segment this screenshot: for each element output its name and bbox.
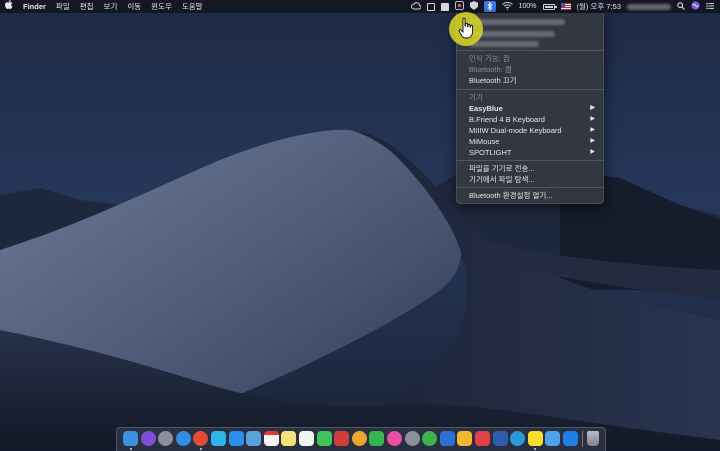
evernote-icon[interactable] xyxy=(422,431,438,446)
submenu-arrow-icon: ▶ xyxy=(590,149,595,155)
devices-header: 기기 xyxy=(469,93,483,102)
photo-booth-icon[interactable] xyxy=(334,431,350,446)
facetime-icon[interactable] xyxy=(369,431,385,446)
security-icon[interactable] xyxy=(469,1,478,12)
preview-icon[interactable] xyxy=(246,431,262,446)
device-name: SPOTLIGHT xyxy=(469,148,512,157)
device-item[interactable]: SPOTLIGHT ▶ xyxy=(469,147,603,158)
itunes-icon[interactable] xyxy=(387,431,402,446)
battery-percent[interactable]: 100% xyxy=(519,3,537,10)
menu-view[interactable]: 보기 xyxy=(99,0,123,13)
desktop-wallpaper xyxy=(0,0,720,450)
apple-icon[interactable] xyxy=(0,0,18,13)
submenu-arrow-icon: ▶ xyxy=(590,105,595,111)
menu-go[interactable]: 이동 xyxy=(122,0,146,13)
device-item[interactable]: EasyBlue ▶ xyxy=(469,103,603,114)
twitter-icon[interactable] xyxy=(211,431,226,446)
menu-file[interactable]: 파일 xyxy=(51,0,75,13)
device-item[interactable]: MIIIW Dual-mode Keyboard ▶ xyxy=(469,125,603,136)
teamviewer-icon[interactable] xyxy=(563,431,578,446)
discoverable-status: 인식 가능: 끔 xyxy=(469,54,510,63)
screenshot-app-icon[interactable] xyxy=(454,1,464,12)
device-item[interactable]: MiMouse ▶ xyxy=(469,136,603,147)
bluetooth-icon[interactable] xyxy=(483,1,496,12)
word-icon[interactable] xyxy=(492,431,508,446)
submenu-arrow-icon: ▶ xyxy=(590,127,595,133)
keep-icon[interactable] xyxy=(457,431,473,446)
menu-help[interactable]: 도움말 xyxy=(177,0,208,13)
pocket-icon[interactable] xyxy=(475,431,490,446)
menu-separator xyxy=(457,187,603,188)
reminders-icon[interactable] xyxy=(299,431,314,446)
device-name: B.Friend 4 B Keyboard xyxy=(469,115,545,124)
notes-icon[interactable] xyxy=(281,431,297,446)
menu-window[interactable]: 윈도우 xyxy=(146,0,177,13)
clock[interactable]: (월) 오후 7:53 xyxy=(577,1,621,12)
menu-separator xyxy=(457,160,603,161)
device-item[interactable]: B.Friend 4 B Keyboard ▶ xyxy=(469,114,603,125)
finder-icon[interactable] xyxy=(123,431,138,446)
icloud-icon[interactable] xyxy=(545,431,561,446)
bluetooth-menu: 인식 가능: 끔 Bluetooth: 켬 Bluetooth 끄기 기기 Ea… xyxy=(456,13,604,204)
device-name: MiMouse xyxy=(469,137,500,146)
menu-edit[interactable]: 편집 xyxy=(75,0,99,13)
spotlight-icon[interactable] xyxy=(677,1,685,12)
menu-app-name[interactable]: Finder xyxy=(18,0,51,13)
dock xyxy=(116,427,606,451)
chrome-icon[interactable] xyxy=(193,431,209,446)
menu-extra-2-icon[interactable] xyxy=(440,2,449,11)
submenu-arrow-icon: ▶ xyxy=(590,138,595,144)
launchpad-icon[interactable] xyxy=(158,431,174,446)
user-name-blurred[interactable] xyxy=(627,3,671,10)
wifi-icon[interactable] xyxy=(501,1,513,12)
trash-icon[interactable] xyxy=(586,431,599,446)
menu-separator xyxy=(457,50,603,51)
browse-files-button[interactable]: 기기에서 파일 탐색... xyxy=(469,174,603,185)
bluetooth-off-button[interactable]: Bluetooth 끄기 xyxy=(469,75,603,86)
calendar-icon[interactable] xyxy=(263,431,279,446)
safari-icon[interactable] xyxy=(175,431,191,446)
battery-icon[interactable] xyxy=(542,3,557,10)
device-name: MIIIW Dual-mode Keyboard xyxy=(469,126,562,135)
messages-icon[interactable] xyxy=(316,431,332,446)
creative-cloud-icon[interactable] xyxy=(410,1,422,12)
siri-icon[interactable] xyxy=(140,431,156,446)
notification-center-icon[interactable] xyxy=(706,2,714,12)
hand-pointer-icon xyxy=(458,17,473,39)
device-name: EasyBlue xyxy=(469,104,503,113)
open-bluetooth-preferences-button[interactable]: Bluetooth 환경설정 열기... xyxy=(469,190,603,201)
dock-separator xyxy=(581,431,583,447)
menu-separator xyxy=(457,89,603,90)
siri-icon[interactable] xyxy=(691,1,700,12)
send-file-button[interactable]: 파일을 기기로 전송... xyxy=(469,163,603,174)
photos-icon[interactable] xyxy=(351,431,367,446)
blurred-device-info xyxy=(469,19,565,25)
menu-bar: Finder 파일 편집 보기 이동 윈도우 도움말 100% (월) 오후 7… xyxy=(0,0,720,13)
input-source-flag-icon[interactable] xyxy=(560,3,571,10)
system-preferences-icon[interactable] xyxy=(404,431,420,446)
submenu-arrow-icon: ▶ xyxy=(590,116,595,122)
bluetooth-state: Bluetooth: 켬 xyxy=(469,65,512,74)
menu-extra-icon[interactable] xyxy=(426,2,435,11)
blurred-device-info xyxy=(469,41,539,47)
marketing-app-icon[interactable] xyxy=(439,431,455,446)
edge-icon[interactable] xyxy=(510,431,526,446)
kakaotalk-icon[interactable] xyxy=(527,431,543,446)
app-store-icon[interactable] xyxy=(228,431,244,446)
